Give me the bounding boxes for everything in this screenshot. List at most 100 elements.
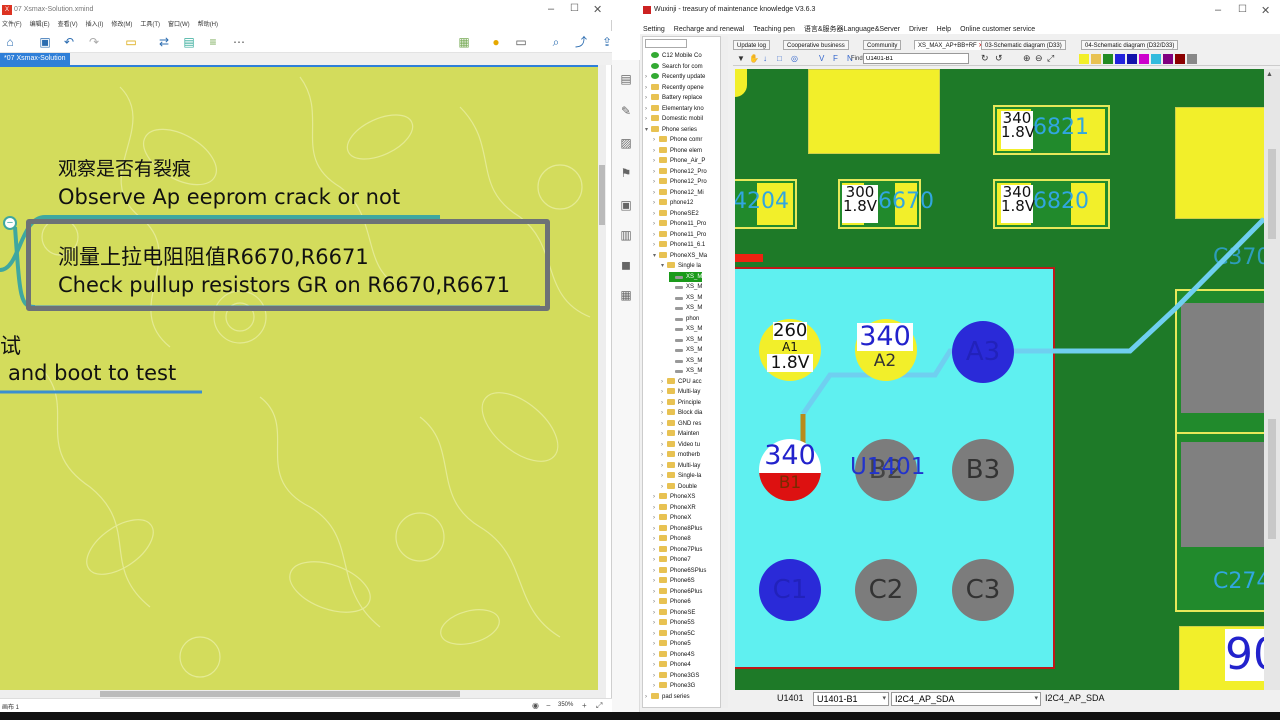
viewer-tab[interactable]: Update log [733,40,771,50]
tree-search-input[interactable] [645,39,687,48]
color-swatch-blue[interactable] [1115,54,1125,64]
tree-item-phone[interactable]: › Phone11_Pro [653,230,706,240]
tree-item-file[interactable]: XS_M [669,345,702,355]
node-boot-cn[interactable]: 试 [0,330,21,360]
topic-icon[interactable]: ▭ [124,35,138,49]
menu-online-service[interactable]: Online customer service [960,26,1035,33]
tree-item-subfolder[interactable]: › CPU acc [661,377,702,387]
tree-item-file[interactable]: XS_M [669,324,702,334]
color-swatch-magenta[interactable] [1139,54,1149,64]
tab-xsmax-solution[interactable]: *07 Xsmax-Solution ✕ [0,53,70,72]
tree-item-subfolder[interactable]: › Single-la [661,471,701,481]
tree-item-phone[interactable]: › Phone7 [653,555,691,565]
node-observe-en[interactable]: Observe Ap eeprom crack or not [58,185,400,209]
comment-icon[interactable]: ◼ [619,258,633,272]
pin-b1[interactable]: 340 B1 [759,439,821,501]
tree-item-phone[interactable]: › Phone8Plus [653,524,702,534]
menu-file[interactable]: 文件(F) [2,22,22,28]
zoom-level[interactable]: 350% [558,702,573,708]
tree-item-phone[interactable]: › phone12 [653,198,693,208]
refresh-icon[interactable]: ↻ [981,53,989,64]
pin-icon[interactable]: ▼ [737,54,745,63]
tree-item-file[interactable]: XS_M [669,282,702,292]
tree-item-top[interactable]: Search for com [645,62,703,72]
notes-icon[interactable]: ▥ [619,228,633,242]
menu-view[interactable]: 查看(V) [58,22,78,28]
hand-icon[interactable]: ✋ [749,54,759,63]
minimize-icon[interactable]: – [548,3,554,15]
tree-item-subfolder[interactable]: › Multi-lay [661,387,700,397]
fit-icon[interactable]: ⤢ [1047,53,1054,64]
color-swatch-gray[interactable] [1187,54,1197,64]
tree-scrollbar[interactable] [720,36,728,708]
image-icon[interactable]: ▨ [619,136,633,150]
flip-v-icon[interactable]: V [819,54,824,63]
viewer-tab[interactable]: 04-Schematic diagram (D32/D33) [1081,40,1179,50]
menu-modify[interactable]: 修改(M) [111,22,132,28]
color-swatch-navy[interactable] [1127,54,1137,64]
pin-c3[interactable]: C3 [952,559,1014,621]
menu-teaching-pen[interactable]: Teaching pen [753,26,795,33]
format-brush-icon[interactable]: ✎ [619,104,633,118]
pin-c1[interactable]: C1 [759,559,821,621]
menu-help[interactable]: 帮助(H) [198,22,218,28]
tree-item-file[interactable]: phon [669,314,699,324]
tree-item-phone[interactable]: › Phone12_Pro [653,167,707,177]
tree-item-subfolder[interactable]: › Video tu [661,440,700,450]
tree-item-phone[interactable]: › PhoneSE2 [653,209,699,219]
tree-item-phone[interactable]: › Phone4 [653,660,691,670]
home-icon[interactable]: ⌂ [3,35,17,49]
tree-item-subfolder[interactable]: › Multi-lay [661,461,700,471]
redo-icon[interactable]: ↷ [87,35,101,49]
tree-item-subfolder[interactable]: › Double [661,482,697,492]
marker-flag-icon[interactable]: ⚑ [619,166,633,180]
tree-item-top[interactable]: › Elementary kno [645,104,704,114]
pin-a3[interactable]: A3 [952,321,1014,383]
menu-insert[interactable]: 插入(I) [86,22,104,28]
tree-item-phone[interactable]: › Phone elem [653,146,702,156]
collapse-toggle-icon[interactable]: − [3,216,17,230]
tree-item-top[interactable]: › Recently opene [645,83,704,93]
eye-icon[interactable]: ◉ [532,701,539,710]
tree-item-pad-series[interactable]: › pad series [645,692,690,702]
tree-item-subfolder[interactable]: › Mainten [661,429,699,439]
color-swatch-darkred[interactable] [1175,54,1185,64]
node-observe-cn[interactable]: 观察是否有裂痕 [58,154,191,181]
expand-toggle-icon[interactable]: › [645,72,651,82]
zoom-out-icon[interactable]: − [546,701,551,710]
share-icon[interactable]: ⤴ [574,35,588,49]
net-select[interactable]: I2C4_AP_SDA ▾ [891,692,1041,706]
close-icon[interactable]: ✕ [1261,4,1270,17]
tree-item-top[interactable]: › Battery replace [645,93,702,103]
tree-item-phone[interactable]: ▾ PhoneXS_Ma [653,251,707,261]
tree-item-subfolder[interactable]: › GND res [661,419,701,429]
tree-item-phone[interactable]: › Phone4S [653,650,695,660]
circle-tool-icon[interactable]: ◎ [791,54,798,63]
sheet-name[interactable]: 画布 1 [2,702,19,711]
pointer-icon[interactable]: ↓ [763,54,767,63]
pcb-board-view[interactable]: 340 1.8V 6821 300 1.8V 6670 340 1.8V 6820 4… [735,69,1264,690]
pin-a1[interactable]: 260 A1 1.8V [759,319,821,381]
more-icon[interactable]: ⋯ [232,35,246,49]
idea-icon[interactable]: ● [489,35,503,49]
viewer-tab[interactable]: 03-Schematic diagram (D33) [981,40,1066,50]
tree-item-file[interactable]: XS_M [669,271,703,282]
tree-item-file[interactable]: XS_M [669,366,702,376]
tree-item-single-layer[interactable]: ▾ Single la [661,261,701,271]
tree-item-phone[interactable]: › Phone5C [653,629,695,639]
menu-help[interactable]: Help [937,26,951,33]
tree-item-phone[interactable]: › PhoneXR [653,503,696,513]
outline-icon[interactable]: ▤ [619,72,633,86]
tree-item-phone[interactable]: › Phone6Plus [653,587,702,597]
tree-item-phone[interactable]: › PhoneX [653,513,691,523]
insert-image-icon[interactable]: ▦ [457,35,471,49]
boundary-icon[interactable]: ▤ [182,35,196,49]
minimize-icon[interactable]: – [1215,4,1221,16]
tree-item-phone[interactable]: › Phone12_Mi [653,188,704,198]
menu-edit[interactable]: 编辑(E) [30,22,50,28]
tree-item-phone[interactable]: › Phone comr [653,135,702,145]
viewer-tab[interactable]: XS_MAX_AP+BB+RF ✕ [914,40,988,50]
node-boot-en[interactable]: and boot to test [8,361,176,385]
color-swatch-purple[interactable] [1163,54,1173,64]
pin-c2[interactable]: C2 [855,559,917,621]
